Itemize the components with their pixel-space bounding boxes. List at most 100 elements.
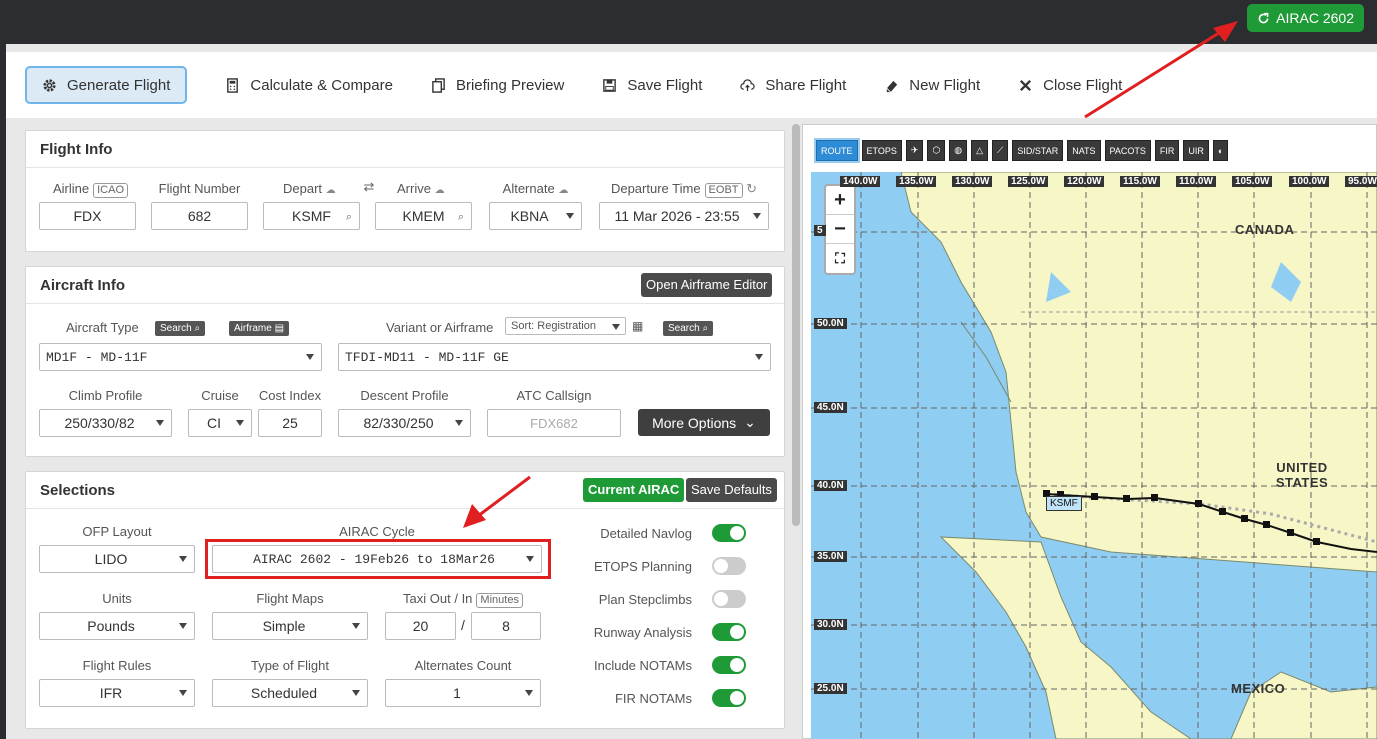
atc-callsign-input[interactable]: FDX682 — [487, 409, 621, 437]
climb-value: 250/330/82 — [64, 415, 135, 431]
airframe-button[interactable]: Airframe ▤ — [229, 321, 290, 336]
fir-tool[interactable]: FIR — [1154, 140, 1180, 161]
globe-tool-icon[interactable]: ◍ — [949, 140, 968, 161]
generate-flight-button[interactable]: Generate Flight — [25, 66, 188, 104]
ofp-layout-value: LIDO — [94, 551, 128, 567]
flight-maps-value: Simple — [262, 618, 306, 634]
lat-label: 30.0N — [814, 619, 847, 630]
chevron-down-icon — [525, 690, 533, 696]
calendar-icon[interactable]: ▦ — [632, 319, 643, 333]
descent-profile-label: Descent Profile — [360, 388, 449, 403]
hexagon-tool-icon[interactable]: ⬡ — [927, 140, 946, 161]
refresh-icon[interactable]: ↻ — [746, 181, 757, 196]
gear-icon — [43, 78, 56, 92]
open-airframe-editor-button[interactable]: Open Airframe Editor — [641, 273, 773, 297]
taxi-out-input[interactable]: 20 — [385, 612, 456, 640]
eobt-tag: EOBT — [704, 183, 743, 198]
search-icon[interactable]: ⌕ — [346, 211, 352, 224]
variant-select[interactable]: TFDI-MD11 - MD-11F GE — [338, 343, 771, 371]
uir-tool[interactable]: UIR — [1183, 140, 1209, 161]
more-options-label: More Options — [652, 414, 737, 431]
aircraft-info-panel: Aircraft Info Open Airframe Editor Aircr… — [25, 266, 785, 457]
waypoint-tool-icon[interactable]: ✈ — [905, 140, 924, 161]
save-flight-button[interactable]: Save Flight — [602, 66, 702, 104]
pacots-tool[interactable]: PACOTS — [1104, 140, 1151, 161]
taxi-in-input[interactable]: 8 — [471, 612, 541, 640]
sort-select[interactable]: Sort: Registration — [505, 317, 626, 335]
airac-status-button[interactable]: AIRAC 2602 — [1247, 4, 1364, 32]
airac-cycle-value: AIRAC 2602 - 19Feb26 to 18Mar26 — [253, 551, 495, 567]
calculate-compare-button[interactable]: Calculate & Compare — [225, 66, 393, 104]
route-map[interactable]: + − ⛶ 140.0W 135.0W 130.0W 125.0W 120.0W… — [811, 172, 1377, 739]
current-airac-button[interactable]: Current AIRAC — [583, 478, 685, 502]
units-select[interactable]: Pounds — [39, 612, 195, 640]
include-notams-toggle[interactable] — [712, 656, 746, 674]
runway-analysis-label: Runway Analysis — [593, 625, 692, 640]
type-of-flight-select[interactable]: Scheduled — [212, 679, 368, 707]
aircraft-search-button[interactable]: Search ⌕ — [155, 321, 206, 336]
briefing-preview-label: Briefing Preview — [455, 76, 565, 94]
close-icon — [1020, 79, 1032, 91]
lon-label: 135.0W — [896, 176, 937, 187]
save-flight-label: Save Flight — [627, 76, 703, 94]
climb-profile-select[interactable]: 250/330/82 — [39, 409, 172, 437]
scrollbar[interactable] — [792, 124, 800, 526]
etops-tool[interactable]: ETOPS — [861, 140, 902, 161]
runway-analysis-toggle[interactable] — [712, 623, 746, 641]
descent-profile-select[interactable]: 82/330/250 — [338, 409, 471, 437]
fir-notams-toggle[interactable] — [712, 689, 746, 707]
search-icon[interactable]: ⌕ — [458, 211, 464, 224]
arrive-input[interactable]: KMEM ⌕ — [375, 202, 472, 230]
plan-stepclimbs-toggle[interactable] — [712, 590, 746, 608]
flight-rules-value: IFR — [99, 685, 123, 701]
alternates-count-select[interactable]: 1 — [385, 679, 541, 707]
alternate-select[interactable]: KBNA — [489, 202, 582, 230]
lon-label: 130.0W — [952, 176, 993, 187]
taxi-label: Taxi Out / In Minutes — [385, 591, 541, 608]
contrast-tool-icon[interactable]: ◐ — [1212, 140, 1229, 161]
chevron-down-icon — [179, 690, 187, 696]
lon-label: 105.0W — [1232, 176, 1273, 187]
zoom-out-button[interactable]: − — [826, 215, 854, 244]
fullscreen-icon[interactable]: ⛶ — [826, 244, 854, 273]
ofp-layout-select[interactable]: LIDO — [39, 545, 195, 573]
new-flight-button[interactable]: New Flight — [884, 66, 980, 104]
lat-label: 45.0N — [814, 402, 847, 413]
route-tool[interactable]: ROUTE — [814, 138, 860, 163]
chevron-down-icon — [566, 213, 574, 219]
fir-notams-label: FIR NOTAMs — [614, 691, 692, 706]
flight-number-input[interactable]: 682 — [151, 202, 248, 230]
flight-maps-select[interactable]: Simple — [212, 612, 368, 640]
save-defaults-button[interactable]: Save Defaults — [686, 478, 777, 502]
triangle-tool-icon[interactable]: △ — [971, 140, 989, 161]
etops-planning-toggle[interactable] — [712, 557, 746, 575]
alternate-weather-icon: ☁ — [558, 185, 569, 196]
cruise-select[interactable]: CI — [188, 409, 252, 437]
sid-star-tool[interactable]: SID/STAR — [1012, 140, 1064, 161]
detailed-navlog-toggle[interactable] — [712, 524, 746, 542]
swap-icon[interactable]: ⇄ — [362, 179, 376, 195]
cost-index-label: Cost Index — [258, 388, 322, 403]
briefing-preview-button[interactable]: Briefing Preview — [431, 66, 564, 104]
selections-panel: Selections Current AIRAC Save Defaults O… — [25, 471, 785, 729]
runway-tool-icon[interactable]: ⟋ — [992, 140, 1009, 161]
aircraft-type-select[interactable]: MD1F - MD-11F — [39, 343, 322, 371]
zoom-in-button[interactable]: + — [826, 186, 854, 215]
cost-index-input[interactable]: 25 — [258, 409, 322, 437]
departure-airport-marker[interactable]: KSMF — [1046, 496, 1082, 511]
more-options-button[interactable]: More Options ⌄ — [638, 409, 770, 436]
variant-search-button[interactable]: Search ⌕ — [663, 321, 714, 336]
airline-input[interactable]: FDX — [39, 202, 136, 230]
lat-label: 40.0N — [814, 480, 847, 491]
chevron-down-icon — [352, 623, 360, 629]
depart-input[interactable]: KSMF ⌕ — [263, 202, 360, 230]
airac-cycle-select[interactable]: AIRAC 2602 - 19Feb26 to 18Mar26 — [212, 545, 542, 573]
nats-tool[interactable]: NATS — [1067, 140, 1101, 161]
flight-rules-select[interactable]: IFR — [39, 679, 195, 707]
minutes-tag: Minutes — [476, 593, 523, 608]
copy-icon — [432, 77, 445, 93]
chevron-down-icon — [306, 354, 314, 360]
share-flight-button[interactable]: Share Flight — [740, 66, 846, 104]
close-flight-button[interactable]: Close Flight — [1018, 66, 1122, 104]
departure-time-select[interactable]: 11 Mar 2026 - 23:55 — [599, 202, 769, 230]
